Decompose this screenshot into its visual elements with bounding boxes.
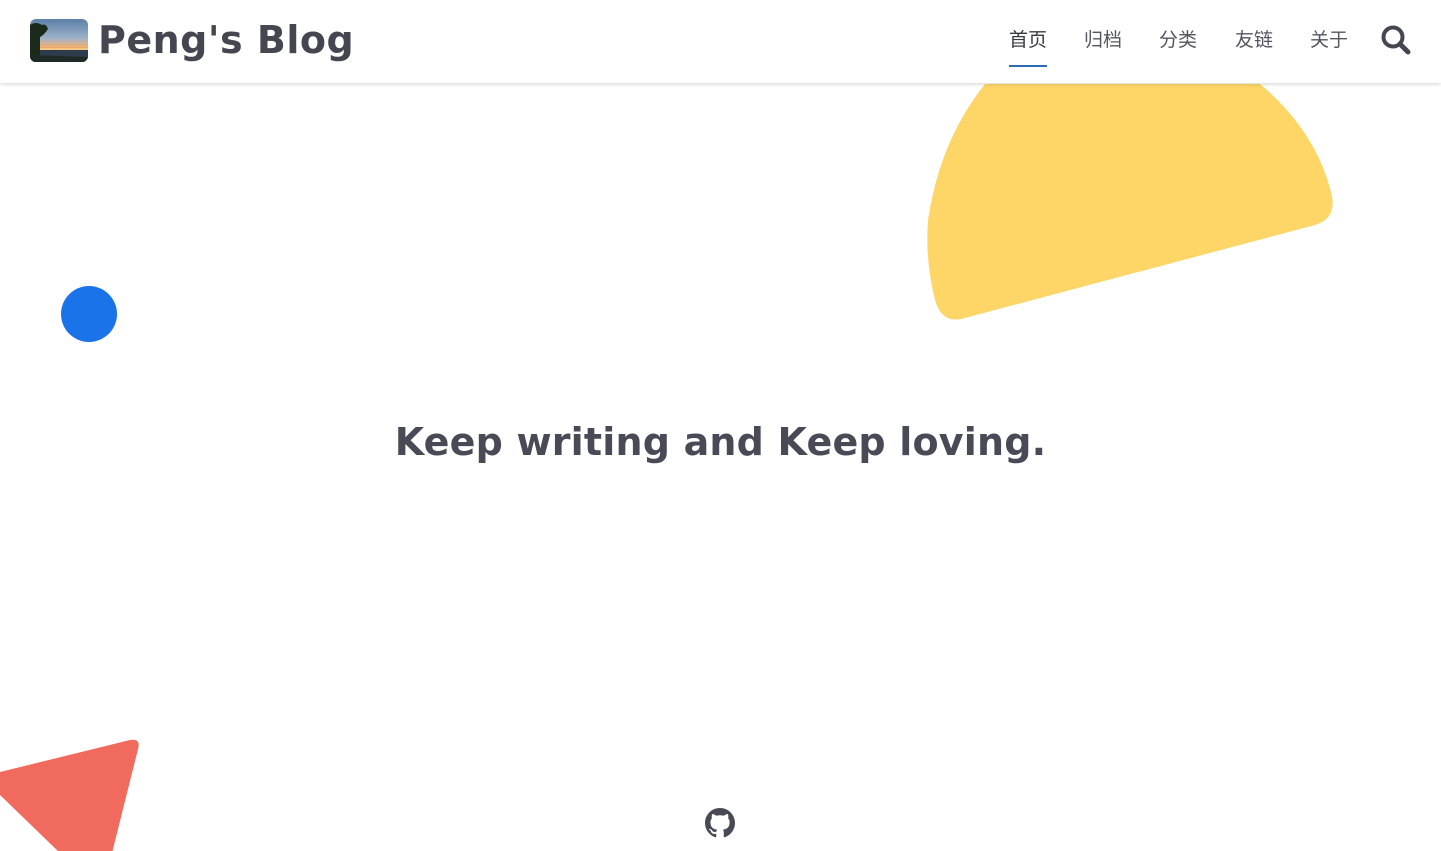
blue-circle-decoration xyxy=(61,286,117,342)
site-title: Peng's Blog xyxy=(98,18,355,62)
nav-item-links[interactable]: 友链 xyxy=(1235,26,1273,54)
nav-item-categories[interactable]: 分类 xyxy=(1159,26,1197,54)
search-icon[interactable] xyxy=(1380,24,1412,56)
nav-item-archive[interactable]: 归档 xyxy=(1084,26,1122,54)
nav-item-label: 友链 xyxy=(1235,29,1274,51)
site-brand-link[interactable]: Peng's Blog xyxy=(30,12,354,68)
nav-item-about[interactable]: 关于 xyxy=(1310,26,1348,54)
yellow-half-circle-decoration xyxy=(927,84,1333,320)
hero-motto: Keep writing and Keep loving. xyxy=(394,420,1047,464)
nav-item-label: 分类 xyxy=(1159,29,1198,51)
site-logo xyxy=(30,18,88,62)
active-nav-indicator xyxy=(1009,65,1048,67)
nav-item-label: 关于 xyxy=(1310,29,1349,51)
site-header: Peng's Blog 首页 归档 分类 友链 关于 xyxy=(0,0,1441,83)
nav-item-label: 归档 xyxy=(1084,29,1123,51)
nav-item-home[interactable]: 首页 xyxy=(1009,26,1048,67)
nav-item-label: 首页 xyxy=(1009,29,1048,51)
page: Peng's Blog 首页 归档 分类 友链 关于 Keep writing … xyxy=(0,0,1441,851)
github-icon[interactable] xyxy=(705,808,735,838)
red-triangle-decoration xyxy=(0,739,139,851)
